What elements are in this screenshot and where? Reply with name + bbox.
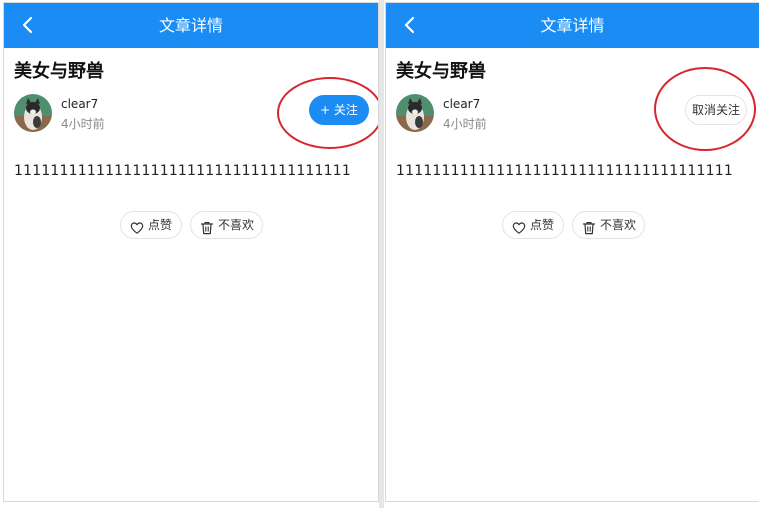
like-button[interactable]: 点赞	[120, 211, 182, 239]
article-title: 美女与野兽	[14, 61, 104, 82]
panel-divider	[379, 0, 384, 508]
article-content: 1111111111111111111111111111111111111	[396, 163, 733, 179]
article-detail-panel-not-following: 文章详情 美女与野兽 clear7 4小时前 + 关注 111111111111…	[3, 2, 379, 502]
author-avatar[interactable]	[396, 94, 434, 132]
like-label: 点赞	[530, 218, 555, 232]
dislike-label: 不喜欢	[600, 218, 637, 232]
like-label: 点赞	[148, 218, 173, 232]
author-avatar[interactable]	[14, 94, 52, 132]
like-button[interactable]: 点赞	[502, 211, 564, 239]
post-time: 4小时前	[61, 117, 105, 131]
post-time: 4小时前	[443, 117, 487, 131]
screenshot-comparison: 文章详情 美女与野兽 clear7 4小时前 + 关注 111111111111…	[0, 0, 759, 508]
heart-outline-icon	[130, 218, 144, 234]
page-title: 文章详情	[540, 16, 605, 35]
heart-outline-icon	[512, 218, 526, 234]
article-detail-panel-following: 文章详情 美女与野兽 clear7 4小时前 取消关注 111111111111…	[385, 2, 759, 502]
page-title: 文章详情	[158, 16, 223, 35]
dislike-label: 不喜欢	[218, 218, 255, 232]
navbar: 文章详情	[4, 3, 378, 48]
unfollow-button[interactable]: 取消关注	[685, 95, 747, 125]
article-content: 1111111111111111111111111111111111111	[14, 163, 351, 179]
author-name[interactable]: clear7	[61, 97, 98, 111]
dislike-button[interactable]: 不喜欢	[190, 211, 263, 239]
trash-icon	[200, 218, 214, 235]
article-title: 美女与野兽	[396, 61, 486, 82]
dislike-button[interactable]: 不喜欢	[572, 211, 645, 239]
navbar: 文章详情	[386, 3, 759, 48]
trash-icon	[582, 218, 596, 235]
follow-button[interactable]: + 关注	[309, 95, 369, 125]
author-name[interactable]: clear7	[443, 97, 480, 111]
